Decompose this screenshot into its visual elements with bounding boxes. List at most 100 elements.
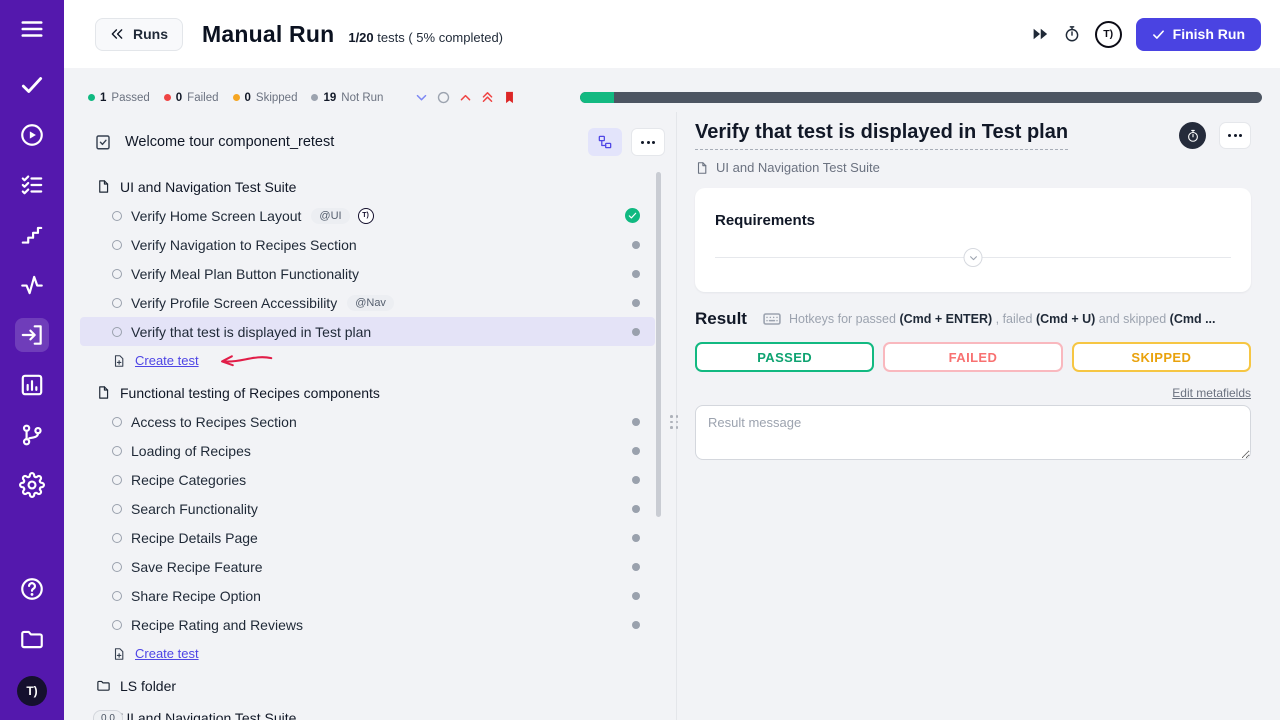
notrun-dot-icon <box>632 505 640 513</box>
tree-more-button[interactable] <box>631 128 665 156</box>
stopwatch-icon <box>1186 129 1200 143</box>
passed-button[interactable]: PASSED <box>695 342 874 372</box>
tree-actions <box>588 128 665 156</box>
notrun-dot-icon <box>632 299 640 307</box>
test-state-circle-icon <box>112 562 122 572</box>
list-check-icon[interactable] <box>19 172 45 198</box>
failed-button[interactable]: FAILED <box>883 342 1062 372</box>
annotation-arrow-icon <box>215 352 275 369</box>
test-state-circle-icon <box>112 533 122 543</box>
test-row[interactable]: Verify Meal Plan Button Functionality <box>80 259 655 288</box>
test-row[interactable]: Recipe Categories <box>80 465 655 494</box>
suite-row[interactable]: Functional testing of Recipes components <box>80 378 655 407</box>
tag-badge: @Nav <box>347 295 394 311</box>
test-label: Share Recipe Option <box>131 588 261 604</box>
run-title: Welcome tour component_retest <box>125 134 334 150</box>
back-to-runs-button[interactable]: Runs <box>95 18 183 51</box>
skipped-button[interactable]: SKIPPED <box>1072 342 1251 372</box>
notrun-dot-icon <box>632 476 640 484</box>
file-icon <box>96 179 111 194</box>
test-state-circle-icon <box>112 475 122 485</box>
create-test-row: Create test <box>80 639 655 668</box>
folder-icon[interactable] <box>19 626 45 652</box>
test-state-circle-icon <box>112 504 122 514</box>
create-test-link[interactable]: Create test <box>135 646 199 661</box>
testomat-logo-icon[interactable]: T) <box>1095 21 1122 48</box>
suite-label: UI and Navigation Test Suite <box>120 710 296 720</box>
chevron-down-filter-icon[interactable] <box>414 90 429 105</box>
menu-icon[interactable] <box>19 16 45 42</box>
test-title[interactable]: Verify that test is displayed in Test pl… <box>695 120 1068 150</box>
result-message-input[interactable] <box>695 405 1251 460</box>
notrun-dot-icon <box>632 447 640 455</box>
test-row[interactable]: Access to Recipes Section <box>80 407 655 436</box>
circle-filter-icon[interactable] <box>436 90 451 105</box>
top-header: Runs Manual Run 1/20 tests ( 5% complete… <box>64 0 1280 68</box>
notrun-dot-icon <box>632 621 640 629</box>
test-label: Verify Home Screen Layout <box>131 208 301 224</box>
chevron-up-filter-icon[interactable] <box>458 90 473 105</box>
stat-failed: 0Failed <box>164 92 219 104</box>
check-icon[interactable] <box>19 72 45 98</box>
hierarchy-icon <box>597 134 613 150</box>
bar-chart-icon[interactable] <box>19 372 45 398</box>
suite-label: UI and Navigation Test Suite <box>120 179 296 195</box>
test-row[interactable]: Verify Navigation to Recipes Section <box>80 230 655 259</box>
suite-row[interactable]: UI and Navigation Test Suite <box>80 703 655 720</box>
git-branch-icon[interactable] <box>19 422 45 448</box>
stopwatch-icon[interactable] <box>1063 25 1081 43</box>
chevrons-up-filter-icon[interactable] <box>480 90 495 105</box>
test-label: Access to Recipes Section <box>131 414 297 430</box>
test-row[interactable]: Verify Home Screen Layout@UIT) <box>80 201 655 230</box>
test-row[interactable]: Verify that test is displayed in Test pl… <box>80 317 655 346</box>
steps-icon[interactable] <box>19 222 45 248</box>
gear-icon[interactable] <box>19 472 45 498</box>
test-label: Recipe Details Page <box>131 530 258 546</box>
edit-metafields-link[interactable]: Edit metafields <box>695 386 1251 400</box>
file-plus-icon <box>112 354 126 368</box>
sidebar-bottom-icons <box>19 576 45 676</box>
panel-resize-handle[interactable] <box>668 408 681 436</box>
folder-row[interactable]: LS folder <box>80 671 655 700</box>
activity-icon[interactable] <box>19 272 45 298</box>
notrun-dot-icon <box>632 241 640 249</box>
test-row[interactable]: Share Recipe Option <box>80 581 655 610</box>
test-row[interactable]: Save Recipe Feature <box>80 552 655 581</box>
chevrons-left-icon <box>110 27 124 41</box>
test-row[interactable]: Recipe Rating and Reviews <box>80 610 655 639</box>
detail-more-button[interactable] <box>1219 122 1251 149</box>
create-test-link[interactable]: Create test <box>135 353 199 368</box>
suite-row[interactable]: UI and Navigation Test Suite <box>80 172 655 201</box>
breadcrumb-suite-link[interactable]: UI and Navigation Test Suite <box>695 160 1251 175</box>
help-circle-icon[interactable] <box>19 576 45 602</box>
tag-badge: @UI <box>311 208 349 224</box>
tree-view-button[interactable] <box>588 128 622 156</box>
test-state-circle-icon <box>112 298 122 308</box>
test-row[interactable]: Search Functionality <box>80 494 655 523</box>
play-circle-icon[interactable] <box>19 122 45 148</box>
test-row[interactable]: Recipe Details Page <box>80 523 655 552</box>
bookmark-filter-icon[interactable] <box>502 90 517 105</box>
sign-in-icon[interactable] <box>15 318 49 352</box>
test-label: Save Recipe Feature <box>131 559 263 575</box>
test-row[interactable]: Loading of Recipes <box>80 436 655 465</box>
fast-forward-icon[interactable] <box>1031 25 1049 43</box>
finish-run-label: Finish Run <box>1173 26 1245 42</box>
page-title: Manual Run <box>202 21 334 48</box>
file-plus-icon <box>112 647 126 661</box>
notrun-dot-icon <box>632 534 640 542</box>
edit-run-icon[interactable] <box>94 133 112 151</box>
keyboard-icon <box>762 309 782 329</box>
test-detail-panel: Verify that test is displayed in Test pl… <box>695 120 1251 460</box>
requirements-expand-button[interactable] <box>964 248 983 267</box>
chevron-down-icon <box>968 253 978 263</box>
test-label: Verify Meal Plan Button Functionality <box>131 266 359 282</box>
sidebar-top-icons <box>15 16 49 522</box>
tree-scrollbar-thumb[interactable] <box>656 172 661 517</box>
user-logo-avatar[interactable]: T) <box>17 676 47 706</box>
tests-progress-text: 1/20 tests ( 5% completed) <box>348 30 503 45</box>
test-row[interactable]: Verify Profile Screen Accessibility@Nav <box>80 288 655 317</box>
detail-actions <box>1179 122 1251 149</box>
finish-run-button[interactable]: Finish Run <box>1136 18 1261 51</box>
timer-button[interactable] <box>1179 122 1206 149</box>
